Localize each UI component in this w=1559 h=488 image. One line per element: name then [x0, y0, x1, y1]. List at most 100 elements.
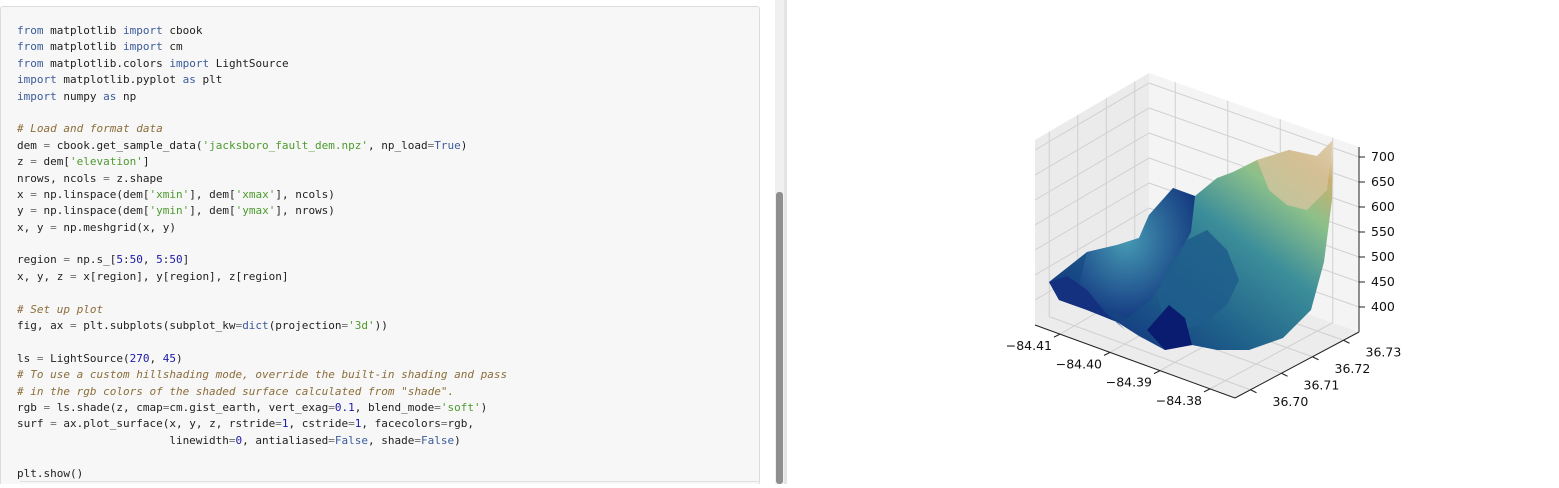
tick-label: 550 [1371, 224, 1395, 239]
code-line: linewidth=0, antialiased=False, shade=Fa… [17, 433, 507, 449]
code-line: from matplotlib import cbook [17, 23, 507, 39]
code-line: # in the rgb colors of the shaded surfac… [17, 384, 507, 400]
code-token: from [17, 56, 44, 70]
code-token: 'ymin' [149, 204, 190, 218]
code-token: 270 [129, 351, 150, 365]
y-tick [1343, 339, 1350, 344]
code-line: region = np.s_[5:50, 5:50] [17, 252, 507, 268]
code-token: x, y [17, 220, 51, 234]
code-token: import [169, 56, 210, 70]
tick-label: −84.38 [1156, 393, 1202, 408]
code-line: from matplotlib import cm [17, 39, 507, 55]
code-token: LightSource [209, 56, 289, 70]
code-token: = [69, 319, 77, 333]
code-token: # Load and format data [17, 122, 163, 136]
code-token: plt [195, 73, 223, 87]
code-token: , shade [368, 433, 415, 447]
code-token: ax.plot_surface(x, y, z, rstride [56, 417, 276, 431]
code-token: = [50, 220, 57, 234]
code-token: 'jacksboro_fault_dem.npz' [202, 138, 369, 152]
code-token: ] [142, 155, 150, 169]
code-line: dem = cbook.get_sample_data('jacksboro_f… [17, 138, 507, 154]
code-token: (projection [268, 319, 342, 333]
code-token: 'xmin' [149, 187, 190, 201]
x-tick [1153, 370, 1161, 375]
code-token: x[region], y[region], z[region] [76, 269, 289, 283]
code-line: plt.show() [17, 466, 507, 482]
code-token: np.linspace(dem[ [36, 204, 150, 218]
code-token: x [17, 187, 31, 201]
code-token: dict [242, 319, 269, 333]
code-token: 'xmax' [235, 187, 276, 201]
code-token: plt.show() [17, 466, 84, 480]
code-line: # Load and format data [17, 121, 507, 137]
code-token: 0.1 [334, 400, 355, 414]
code-token: , facecolors [361, 417, 441, 431]
tick-label: −84.39 [1106, 375, 1152, 390]
tick-label: 36.70 [1273, 394, 1309, 409]
code-token: z.shape [109, 171, 163, 185]
code-token: = [69, 269, 77, 283]
tick-label: 700 [1371, 149, 1395, 164]
code-token: from [17, 24, 44, 37]
code-token: rgb [17, 400, 44, 414]
code-token: matplotlib [43, 24, 123, 37]
code-line: # Set up plot [17, 302, 507, 318]
cell-bottom-border [20, 481, 760, 482]
code-token: np.meshgrid(x, y) [56, 220, 176, 234]
tick-label: −84.40 [1056, 356, 1102, 371]
tick-label: 400 [1371, 299, 1395, 314]
code-token: region [17, 253, 64, 267]
code-token: plt.subplots(subplot_kw [76, 319, 236, 333]
tick-label: 650 [1371, 174, 1395, 189]
code-token: ) [175, 351, 183, 365]
code-token: ], dem[ [189, 187, 236, 201]
code-token: # Set up plot [17, 302, 104, 316]
code-token: ], nrows) [275, 204, 335, 218]
y-tick [1281, 372, 1288, 377]
code-token: 45 [162, 351, 176, 365]
code-token: , cstride [288, 417, 349, 431]
code-token: 'soft' [440, 400, 481, 414]
tick-label: 36.72 [1335, 361, 1371, 376]
code-line: z = dem['elevation'] [17, 154, 507, 170]
code-token: matplotlib.colors [43, 56, 170, 70]
code-token: numpy [56, 89, 104, 103]
code-token: False [334, 433, 369, 447]
tick-label: 450 [1371, 274, 1395, 289]
code-token: = [348, 417, 355, 431]
code-line: import numpy as np [17, 89, 507, 105]
code-token: , blend_mode [354, 400, 435, 414]
code-token: import [17, 73, 57, 87]
scrollbar-thumb[interactable] [776, 192, 783, 484]
code-line: import matplotlib.pyplot as plt [17, 72, 507, 88]
code-token: 5 [116, 253, 123, 267]
code-line: fig, ax = plt.subplots(subplot_kw=dict(p… [17, 318, 507, 334]
code-token: surf [17, 417, 51, 431]
code-token: np.s_[ [69, 253, 117, 267]
code-line: y = np.linspace(dem['ymin'], dem['ymax']… [17, 203, 507, 219]
tick-label: 36.73 [1366, 344, 1402, 359]
code-cell[interactable]: from matplotlib import cbook from matplot… [0, 6, 760, 484]
code-token: 50 [129, 253, 143, 267]
code-token: 'elevation' [70, 155, 143, 169]
code-token: , antialiased [242, 433, 329, 447]
code-token: = [328, 433, 335, 447]
code-token: np [116, 89, 137, 103]
code-token: from [17, 40, 44, 54]
code-token: nrows, ncols [17, 171, 104, 185]
code-token: cbook [162, 24, 203, 37]
tick-label: −84.41 [1006, 338, 1052, 353]
code-token: , [142, 253, 157, 267]
x-tick [1203, 388, 1211, 393]
code-token: ls.shade(z, cmap [50, 400, 163, 414]
code-token: = [414, 433, 421, 447]
code-token: ], ncols) [275, 187, 335, 201]
tick-label: 500 [1371, 249, 1395, 264]
code-line: x, y, z = x[region], y[region], z[region… [17, 269, 507, 285]
code-token: import [17, 89, 57, 103]
code-line: x, y = np.meshgrid(x, y) [17, 220, 507, 236]
code-token: 'ymax' [235, 204, 276, 218]
code-line: x = np.linspace(dem['xmin'], dem['xmax']… [17, 187, 507, 203]
